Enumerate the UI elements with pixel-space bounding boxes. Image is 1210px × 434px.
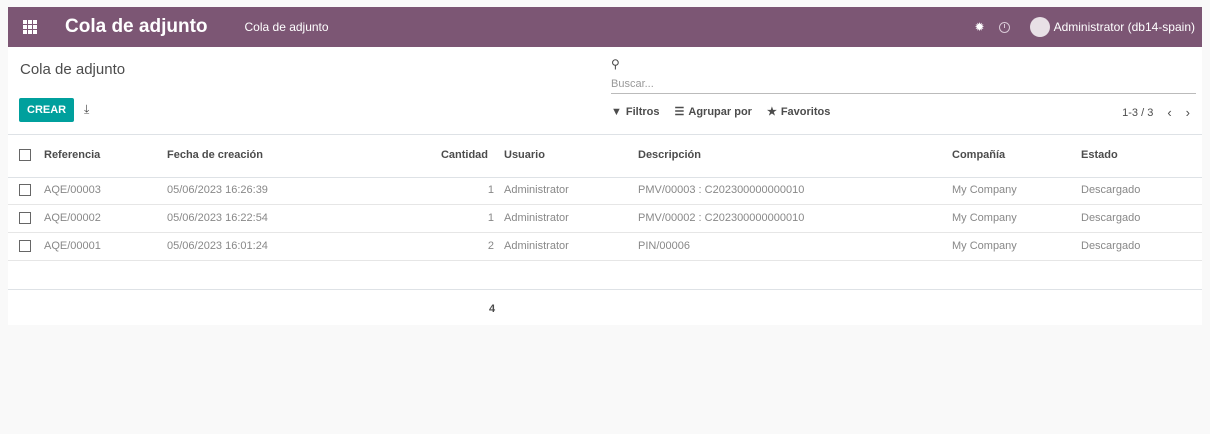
header-reference[interactable]: Referencia [44, 149, 100, 161]
group-by-label: Agrupar por [688, 105, 752, 118]
clock-icon[interactable] [998, 21, 1010, 33]
download-icon[interactable]: ⤓ [84, 102, 89, 117]
search-icon: ⚲ [611, 57, 620, 71]
cell-company: My Company [952, 212, 1017, 224]
cell-quantity: 1 [487, 184, 494, 196]
chevron-right-icon[interactable]: › [1186, 105, 1190, 120]
cell-creation-date: 05/06/2023 16:26:39 [167, 184, 268, 196]
cell-reference: AQE/00002 [44, 212, 101, 224]
cell-state: Descargado [1081, 212, 1141, 224]
search-input[interactable] [611, 75, 1196, 94]
pager-value[interactable]: 1-3 / 3 [1122, 107, 1153, 119]
cell-description: PMV/00003 : C202300000000010 [638, 184, 805, 196]
favorites-button[interactable]: ★ Favoritos [766, 105, 831, 119]
top-navbar: Cola de adjunto Cola de adjunto ✹ Admini… [8, 7, 1202, 47]
cell-creation-date: 05/06/2023 16:22:54 [167, 212, 268, 224]
row-checkbox[interactable] [19, 184, 31, 196]
table-row[interactable]: AQE/00003 05/06/2023 16:26:39 1 Administ… [8, 176, 1202, 205]
header-quantity[interactable]: Cantidad [441, 149, 488, 161]
group-by-button[interactable]: ☰ Agrupar por [674, 105, 752, 119]
header-creation-date[interactable]: Fecha de creación [167, 149, 263, 161]
bug-icon[interactable]: ✹ [975, 20, 985, 34]
cell-reference: AQE/00001 [44, 240, 101, 252]
apps-grid-icon[interactable] [23, 20, 37, 34]
cell-description: PMV/00002 : C202300000000010 [638, 212, 805, 224]
cell-description: PIN/00006 [638, 240, 690, 252]
avatar[interactable] [1029, 17, 1050, 37]
table-header: Referencia Fecha de creación Cantidad Us… [8, 134, 1202, 178]
table-row[interactable]: AQE/00001 05/06/2023 16:01:24 2 Administ… [8, 232, 1202, 261]
search-filters: ▼ Filtros ☰ Agrupar por ★ Favoritos [611, 105, 845, 119]
create-button[interactable]: CREAR [19, 98, 75, 122]
pager: 1-3 / 3 ‹ › [1122, 105, 1190, 120]
total-quantity: 4 [489, 303, 496, 315]
cell-creation-date: 05/06/2023 16:01:24 [167, 240, 268, 252]
star-icon: ★ [766, 106, 777, 118]
header-user[interactable]: Usuario [504, 149, 545, 161]
table-row[interactable]: AQE/00002 05/06/2023 16:22:54 1 Administ… [8, 204, 1202, 233]
cell-user: Administrator [504, 212, 569, 224]
cell-quantity: 1 [487, 212, 494, 224]
row-checkbox[interactable] [19, 212, 31, 224]
cell-company: My Company [952, 184, 1017, 196]
app-title[interactable]: Cola de adjunto [65, 16, 208, 38]
page-title: Cola de adjunto [20, 61, 126, 78]
cell-state: Descargado [1081, 184, 1141, 196]
cell-quantity: 2 [487, 240, 494, 252]
cell-company: My Company [952, 240, 1017, 252]
favorites-label: Favoritos [780, 105, 831, 118]
header-company[interactable]: Compañía [952, 149, 1005, 161]
cell-state: Descargado [1081, 240, 1141, 252]
header-state[interactable]: Estado [1081, 149, 1118, 161]
list-view-panel: Cola de adjunto CREAR ⤓ ⚲ ▼Filtros ☰Agru… [8, 47, 1202, 325]
cell-user: Administrator [504, 184, 569, 196]
filter-icon: ▼ [611, 105, 622, 118]
menu-item-cola-de-adjunto[interactable]: Cola de adjunto [245, 20, 329, 34]
header-description[interactable]: Descripción [638, 149, 701, 161]
cell-user: Administrator [504, 240, 569, 252]
cell-reference: AQE/00003 [44, 184, 101, 196]
select-all-checkbox[interactable] [19, 149, 31, 161]
filters-button[interactable]: ▼ Filtros [611, 105, 660, 118]
navbar-right: ✹ Administrator (db14-spain) [975, 17, 1195, 37]
list-icon: ☰ [674, 106, 685, 118]
table-footer: 4 [8, 289, 1202, 326]
chevron-left-icon[interactable]: ‹ [1167, 105, 1171, 120]
user-menu[interactable]: Administrator (db14-spain) [1054, 20, 1195, 34]
filters-label: Filtros [625, 105, 660, 118]
row-checkbox[interactable] [19, 240, 31, 252]
